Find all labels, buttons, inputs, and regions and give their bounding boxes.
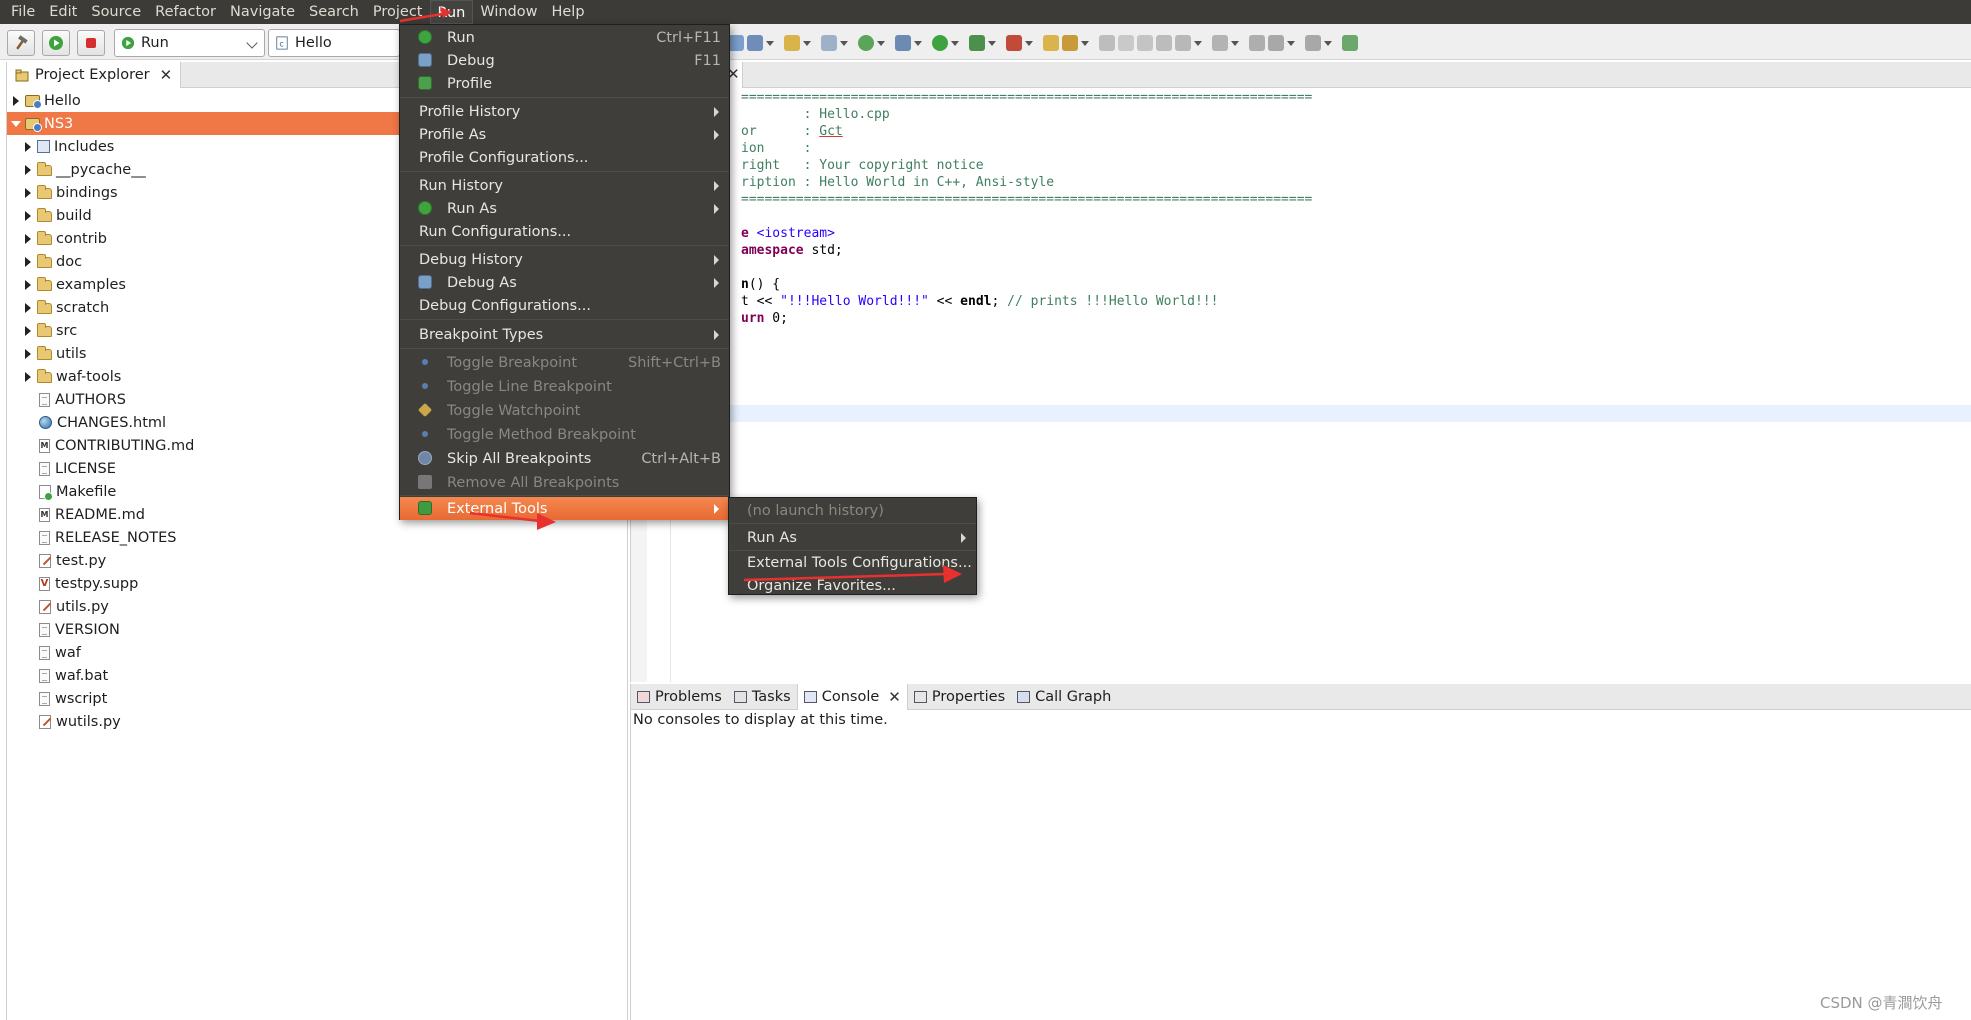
arrow-to-external-tools: [469, 511, 556, 530]
arrow-to-external-tools-configurations: [743, 565, 962, 583]
arrow-to-run-menu: [399, 7, 452, 23]
annotation-arrows: [399, 7, 962, 583]
